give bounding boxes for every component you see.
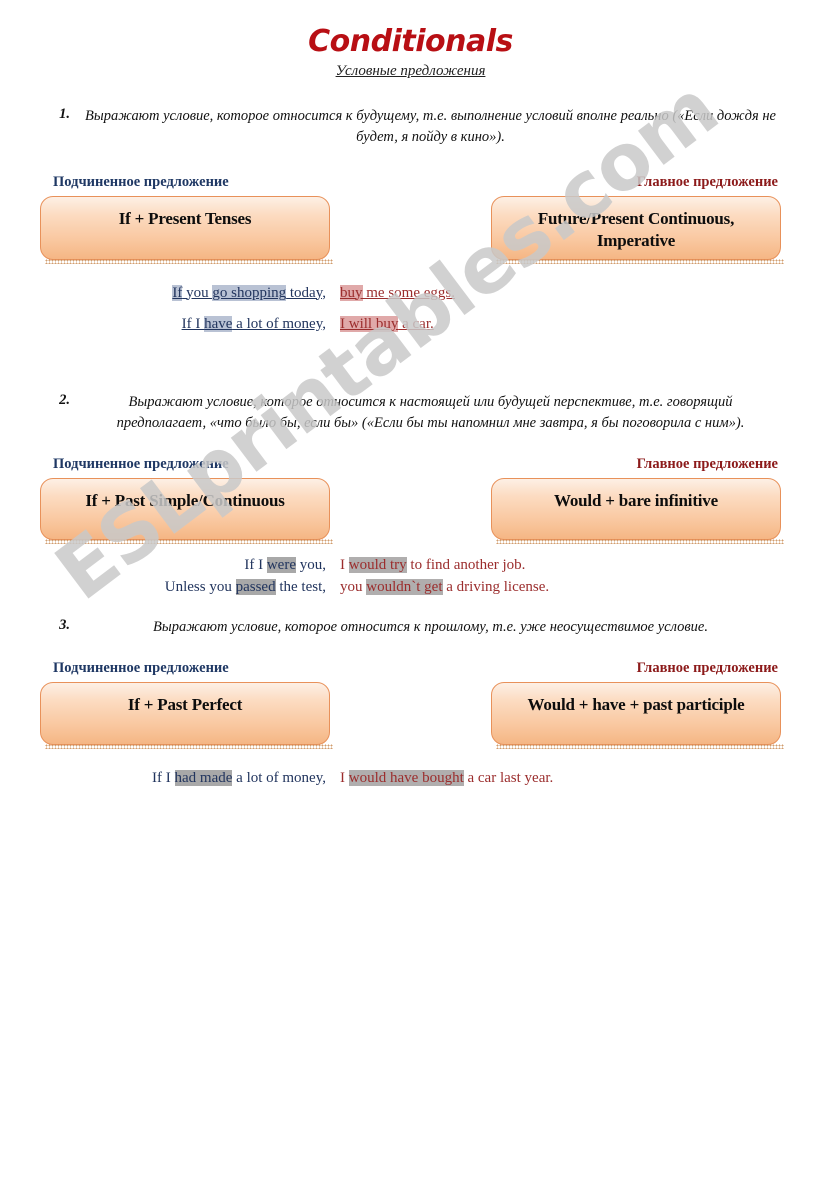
example-row: Unless you passed the test, you wouldn`t…: [40, 576, 781, 599]
plain-text: Unless you: [164, 579, 236, 596]
highlighted-text: passed: [235, 579, 276, 596]
example-condition: If I had made a lot of money,: [40, 767, 340, 790]
section-2-left-column: Подчиненное предложение If + Past Simple…: [40, 455, 333, 544]
example-row: If I were you, I would try to find anoth…: [40, 554, 781, 577]
section-2-description-row: 2. Выражают условие, которое относится к…: [40, 392, 781, 434]
section-2-right-box: Would + bare infinitive: [491, 477, 784, 544]
section-1-left-box-text: If + Present Tenses: [118, 208, 252, 228]
highlighted-text: If: [172, 284, 183, 301]
example-result: I would have bought a car last year.: [340, 767, 781, 790]
section-1-right-box-text: Future/Present Continuous, Imperative: [537, 208, 735, 251]
highlighted-text: go shopping: [212, 284, 287, 301]
section-3-left-box-text: If + Past Perfect: [127, 694, 243, 714]
example-result: buy me some eggs.: [340, 282, 781, 305]
example-result: you wouldn`t get a driving license.: [340, 576, 781, 599]
highlighted-text: were: [266, 556, 296, 573]
page-subtitle: Условные предложения: [335, 62, 486, 79]
section-2-boxes: Подчиненное предложение If + Past Simple…: [40, 455, 784, 544]
section-3-right-box: Would + have + past participle: [491, 681, 784, 749]
plain-text: If I: [244, 556, 267, 573]
section-2-examples: If I were you, I would try to find anoth…: [40, 554, 781, 599]
section-2-description: Выражают условие, которое относится к на…: [116, 393, 745, 431]
highlighted-text: would try: [348, 556, 407, 573]
section-1-examples: If you go shopping today, buy me some eg…: [40, 282, 781, 336]
example-condition: Unless you passed the test,: [40, 576, 340, 599]
section-3-subordinate-label: Подчиненное предложение: [53, 659, 229, 676]
example-result: I will buy a car.: [340, 313, 781, 336]
section-1-subordinate-label: Подчиненное предложение: [53, 173, 229, 190]
section-1-right-column: Главное предложение Future/Present Conti…: [491, 173, 784, 264]
section-3-description-row: 3. Выражают условие, которое относится к…: [40, 617, 781, 638]
plain-text: you: [182, 284, 213, 301]
plain-text: If I: [152, 769, 175, 786]
highlighted-text: I will buy: [340, 316, 399, 333]
section-3-main-label: Главное предложение: [636, 659, 778, 676]
plain-text: If I: [181, 316, 205, 333]
plain-text: a lot of money,: [232, 316, 326, 333]
section-1-description: Выражают условие, которое относится к бу…: [85, 107, 776, 145]
section-1-main-label: Главное предложение: [636, 173, 778, 190]
highlighted-text: buy: [340, 284, 363, 301]
plain-text: today,: [286, 284, 326, 301]
header: Conditionals Условные предложения: [0, 26, 821, 80]
section-3-left-column: Подчиненное предложение If + Past Perfec…: [40, 659, 333, 749]
plain-text: I: [340, 556, 349, 573]
plain-text: to find another job.: [406, 556, 526, 573]
example-condition: If I have a lot of money,: [40, 313, 340, 336]
section-3-examples: If I had made a lot of money, I would ha…: [40, 767, 781, 790]
plain-text: you: [340, 579, 367, 596]
section-2-left-box: If + Past Simple/Continuous: [40, 477, 333, 544]
page-title: Conditionals: [308, 24, 513, 59]
example-condition: If you go shopping today,: [40, 282, 340, 305]
section-1-right-box: Future/Present Continuous, Imperative: [491, 195, 784, 264]
example-row: If I have a lot of money, I will buy a c…: [40, 313, 781, 336]
plain-text: a driving license.: [442, 579, 550, 596]
plain-text: the test,: [275, 579, 326, 596]
section-3-boxes: Подчиненное предложение If + Past Perfec…: [40, 659, 784, 749]
section-2-main-label: Главное предложение: [636, 455, 778, 472]
section-3-right-box-text: Would + have + past participle: [527, 694, 745, 714]
section-3-left-box: If + Past Perfect: [40, 681, 333, 749]
section-1-left-box: If + Present Tenses: [40, 195, 333, 264]
section-1-boxes: Подчиненное предложение If + Present Ten…: [40, 173, 784, 264]
section-2-right-column: Главное предложение Would + bare infinit…: [491, 455, 784, 544]
section-3-right-column: Главное предложение Would + have + past …: [491, 659, 784, 749]
highlighted-text: had made: [174, 769, 233, 786]
example-row: If I had made a lot of money, I would ha…: [40, 767, 781, 790]
section-2-number: 2.: [59, 391, 70, 408]
example-condition: If I were you,: [40, 554, 340, 577]
plain-text: I: [340, 769, 349, 786]
plain-text: a car last year.: [463, 769, 554, 786]
plain-text: you,: [296, 556, 326, 573]
section-3-description: Выражают условие, которое относится к пр…: [153, 618, 708, 635]
worksheet-page: Conditionals Условные предложения 1. Выр…: [0, 26, 821, 789]
section-1-number: 1.: [59, 105, 70, 122]
example-result: I would try to find another job.: [340, 554, 781, 577]
plain-text: a car.: [398, 316, 434, 333]
section-1-left-column: Подчиненное предложение If + Present Ten…: [40, 173, 333, 264]
section-2-subordinate-label: Подчиненное предложение: [53, 455, 229, 472]
highlighted-text: have: [204, 316, 233, 333]
highlighted-text: wouldn`t get: [366, 579, 443, 596]
section-3-number: 3.: [59, 616, 70, 633]
section-2-left-box-text: If + Past Simple/Continuous: [85, 490, 285, 510]
example-row: If you go shopping today, buy me some eg…: [40, 282, 781, 305]
section-2-right-box-text: Would + bare infinitive: [554, 490, 718, 510]
highlighted-text: would have bought: [348, 769, 464, 786]
plain-text: me some eggs.: [362, 284, 455, 301]
plain-text: a lot of money,: [232, 769, 326, 786]
section-1-description-row: 1. Выражают условие, которое относится к…: [40, 106, 781, 148]
